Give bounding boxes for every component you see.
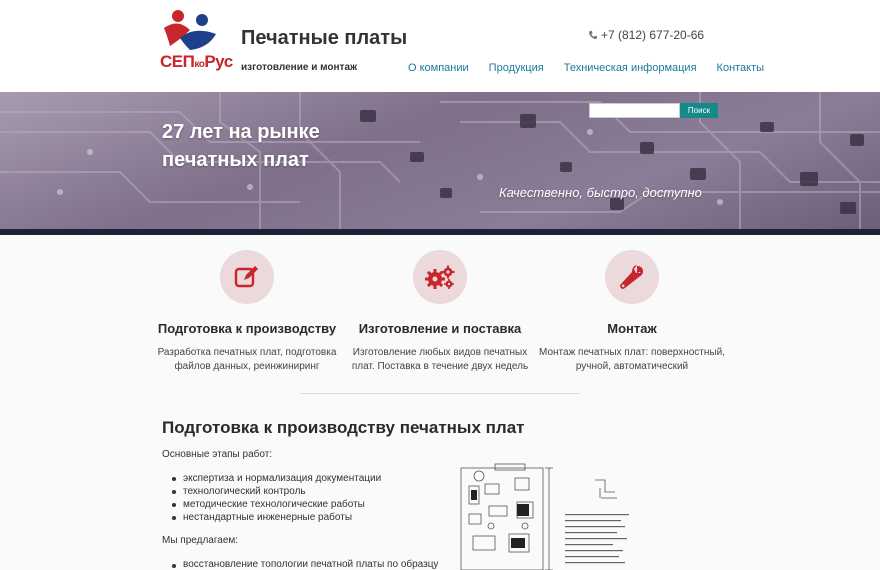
- offer-list: восстановление топологии печатной платы …: [172, 559, 438, 570]
- logo-text: СЕПкоРус: [160, 52, 233, 71]
- pcb-drawing-image: [460, 463, 629, 570]
- page: СЕПкоРус Печатные платы изготовление и м…: [0, 0, 880, 570]
- logo-figure-icon: [164, 10, 216, 50]
- search-button[interactable]: Поиск: [680, 103, 718, 118]
- section-divider: [300, 393, 580, 394]
- feature-manufacturing[interactable]: Изготовление и поставка Изготовление люб…: [345, 250, 535, 374]
- feature-title: Изготовление и поставка: [358, 321, 522, 336]
- feature-text: Разработка печатных плат, подготовка фай…: [157, 347, 337, 372]
- edit-icon: [234, 266, 258, 288]
- list-item: методические технологические работы: [172, 498, 381, 511]
- stages-intro: Основные этапы работ:: [162, 449, 273, 460]
- list-item: нестандартные инженерные работы: [172, 511, 381, 524]
- feature-text: Изготовление любых видов печатных плат. …: [351, 347, 529, 372]
- feature-text: Монтаж печатных плат: поверхностный, руч…: [539, 347, 725, 372]
- feature-icon-circle: [605, 250, 659, 304]
- site-title: Печатные платы: [241, 27, 408, 49]
- wrench-icon: [620, 265, 643, 289]
- site-header: СЕПкоРус Печатные платы изготовление и м…: [0, 0, 880, 92]
- company-logo[interactable]: СЕПкоРус: [160, 8, 233, 74]
- search-input[interactable]: [589, 103, 680, 118]
- nav-products[interactable]: Продукция: [489, 62, 544, 74]
- article-title: Подготовка к производству печатных плат: [162, 418, 525, 437]
- hero-banner: [0, 92, 880, 230]
- gears-icon: [425, 265, 455, 289]
- site-subtitle: изготовление и монтаж: [241, 62, 358, 73]
- hero-title: 27 лет на рынке печатных плат: [162, 121, 320, 171]
- nav-tech-info[interactable]: Техническая информация: [564, 62, 697, 74]
- hero-bottom-bar: [0, 229, 880, 235]
- list-item: технологический контроль: [172, 485, 381, 498]
- feature-title: Монтаж: [607, 321, 657, 336]
- phone-icon: [589, 31, 597, 40]
- phone-text: +7 (812) 677-20-66: [601, 28, 705, 42]
- stages-list: экспертиза и нормализация документации т…: [172, 472, 381, 524]
- feature-title: Подготовка к производству: [157, 321, 337, 336]
- list-item: восстановление топологии печатной платы …: [172, 559, 438, 570]
- hero-tagline: Качественно, быстро, доступно: [499, 185, 702, 200]
- nav-contacts[interactable]: Контакты: [717, 62, 765, 74]
- nav-about[interactable]: О компании: [408, 62, 469, 74]
- main-nav: О компании Продукция Техническая информа…: [408, 62, 784, 74]
- feature-icon-circle: [413, 250, 467, 304]
- phone-number[interactable]: +7 (812) 677-20-66: [588, 28, 704, 42]
- pcb-background-image: [0, 92, 880, 230]
- offer-intro: Мы предлагаем:: [162, 535, 239, 546]
- feature-icon-circle: [220, 250, 274, 304]
- feature-preparation[interactable]: Подготовка к производству Разработка печ…: [152, 250, 342, 374]
- list-item: экспертиза и нормализация документации: [172, 472, 381, 485]
- feature-assembly[interactable]: Монтаж Монтаж печатных плат: поверхностн…: [537, 250, 727, 374]
